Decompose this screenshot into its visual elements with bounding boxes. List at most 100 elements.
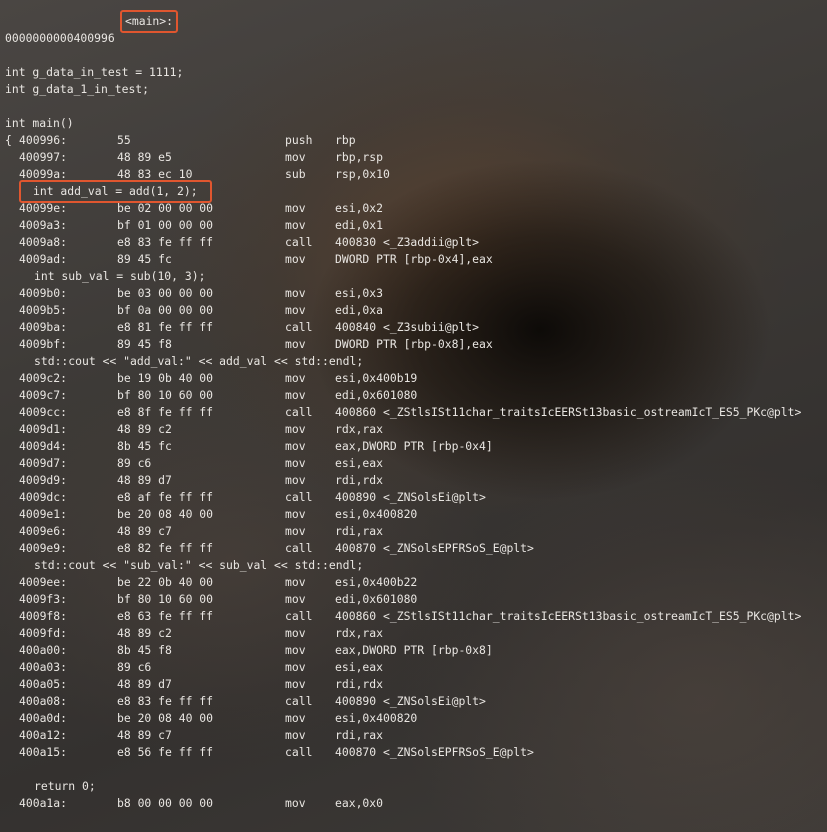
source-text: int g_data_1_in_test; — [5, 82, 150, 96]
source-text: return 0; — [34, 779, 96, 793]
instruction-mnemonic: mov — [285, 796, 306, 810]
instruction-mnemonic: call — [285, 235, 313, 249]
source-text: int g_data_in_test = 1111; — [5, 65, 184, 79]
instruction-operands: 400860 <_ZStlsISt11char_traitsIcEERSt13b… — [335, 405, 802, 419]
instruction-address: 400a1a: — [19, 796, 68, 810]
instruction-address: 4009bf: — [19, 337, 68, 351]
instruction-operands: edi,0xa — [335, 303, 384, 317]
instruction-mnemonic: mov — [285, 388, 306, 402]
instruction-bytes: bf 01 00 00 00 — [117, 218, 214, 232]
instruction-address: 400996: — [19, 133, 68, 147]
instruction-address: 40099e: — [19, 201, 68, 215]
instruction-bytes: 48 89 c2 — [117, 626, 172, 640]
instruction-mnemonic: mov — [285, 473, 306, 487]
instruction-operands: 400830 <_Z3addii@plt> — [335, 235, 480, 249]
disassembly-view: 0000000000400996 <main>: int g_data_in_t… — [0, 0, 827, 832]
source-line-decl: int g_data_in_test = 1111; — [0, 47, 183, 79]
instruction-operands: esi,0x3 — [335, 286, 384, 300]
source-text: std::cout << "sub_val:" << sub_val << st… — [34, 558, 364, 572]
instruction-operands: rdi,rax — [335, 524, 384, 538]
instruction-mnemonic: mov — [285, 507, 306, 521]
instruction-mnemonic: push — [285, 133, 313, 147]
instruction-address: 4009fd: — [19, 626, 68, 640]
instruction-bytes: 48 89 d7 — [117, 473, 172, 487]
instruction-operands: eax,DWORD PTR [rbp-0x4] — [335, 439, 493, 453]
instruction-address: 4009b5: — [19, 303, 68, 317]
instruction-address: 4009f8: — [19, 609, 68, 623]
instruction-address: 4009ee: — [19, 575, 68, 589]
instruction-address: 4009c2: — [19, 371, 68, 385]
instruction-operands: 400840 <_Z3subii@plt> — [335, 320, 480, 334]
function-address: 0000000000400996 — [5, 31, 115, 45]
instruction-mnemonic: mov — [285, 524, 306, 538]
instruction-mnemonic: mov — [285, 711, 306, 725]
instruction-bytes: e8 83 fe ff ff — [117, 235, 214, 249]
close-brace: } — [0, 812, 27, 832]
instruction-mnemonic: call — [285, 609, 313, 623]
instruction-operands: 400870 <_ZNSolsEPFRSoS_E@plt> — [335, 745, 534, 759]
instruction-mnemonic: mov — [285, 422, 306, 436]
instruction-mnemonic: mov — [285, 592, 306, 606]
instruction-operands: rbp,rsp — [335, 150, 384, 164]
function-symbol-highlight: <main>: — [120, 10, 179, 33]
instruction-bytes: 48 89 c2 — [117, 422, 172, 436]
instruction-operands: 400870 <_ZNSolsEPFRSoS_E@plt> — [335, 541, 534, 555]
instruction-operands: DWORD PTR [rbp-0x4],eax — [335, 252, 493, 266]
instruction-address: 4009d4: — [19, 439, 68, 453]
instruction-mnemonic: sub — [285, 167, 306, 181]
instruction-mnemonic: call — [285, 405, 313, 419]
instruction-operands: 400860 <_ZStlsISt11char_traitsIcEERSt13b… — [335, 609, 802, 623]
instruction-bytes: e8 af fe ff ff — [117, 490, 214, 504]
instruction-bytes: 89 c6 — [117, 660, 152, 674]
instruction-bytes: 8b 45 fc — [117, 439, 172, 453]
instruction-operands: rdi,rdx — [335, 473, 384, 487]
instruction-address: 4009b0: — [19, 286, 68, 300]
source-text: int sub_val = sub(10, 3); — [34, 269, 206, 283]
instruction-operands: DWORD PTR [rbp-0x8],eax — [335, 337, 493, 351]
instruction-address: 4009e1: — [19, 507, 68, 521]
instruction-bytes: 89 45 fc — [117, 252, 172, 266]
instruction-bytes: 89 c6 — [117, 456, 152, 470]
instruction-operands: edi,0x601080 — [335, 388, 418, 402]
instruction-mnemonic: mov — [285, 456, 306, 470]
instruction-mnemonic: mov — [285, 286, 306, 300]
instruction-mnemonic: mov — [285, 728, 306, 742]
instruction-address: 4009ad: — [19, 252, 68, 266]
instruction-operands: eax,0x0 — [335, 796, 384, 810]
instruction-bytes: bf 80 10 60 00 — [117, 388, 214, 402]
instruction-bytes: 89 45 f8 — [117, 337, 172, 351]
instruction-mnemonic: call — [285, 490, 313, 504]
instruction-bytes: bf 0a 00 00 00 — [117, 303, 214, 317]
instruction-mnemonic: mov — [285, 660, 306, 674]
instruction-bytes: bf 80 10 60 00 — [117, 592, 214, 606]
instruction-bytes: be 19 0b 40 00 — [117, 371, 214, 385]
source-text: { — [5, 133, 12, 147]
instruction-address: 4009e9: — [19, 541, 68, 555]
instruction-bytes: 55 — [117, 133, 131, 147]
instruction-address: 4009d9: — [19, 473, 68, 487]
instruction-operands: rsp,0x10 — [335, 167, 390, 181]
instruction-mnemonic: mov — [285, 337, 306, 351]
instruction-address: 4009cc: — [19, 405, 68, 419]
instruction-address: 400a08: — [19, 694, 68, 708]
instruction-bytes: b8 00 00 00 00 — [117, 796, 214, 810]
instruction-mnemonic: mov — [285, 575, 306, 589]
instruction-operands: rdi,rdx — [335, 677, 384, 691]
instruction-mnemonic: mov — [285, 371, 306, 385]
instruction-operands: esi,eax — [335, 456, 384, 470]
instruction-mnemonic: mov — [285, 439, 306, 453]
instruction-bytes: be 22 0b 40 00 — [117, 575, 214, 589]
open-brace: { — [0, 115, 27, 147]
instruction-mnemonic: mov — [285, 252, 306, 266]
instruction-bytes: e8 63 fe ff ff — [117, 609, 214, 623]
instruction-address: 400a15: — [19, 745, 68, 759]
instruction-address: 4009f3: — [19, 592, 68, 606]
instruction-operands: esi,0x400820 — [335, 711, 418, 725]
instruction-operands: 400890 <_ZNSolsEi@plt> — [335, 694, 486, 708]
instruction-mnemonic: mov — [285, 218, 306, 232]
instruction-address: 400a12: — [19, 728, 68, 742]
instruction-mnemonic: call — [285, 745, 313, 759]
instruction-operands: edi,0x601080 — [335, 592, 418, 606]
instruction-address: 4009a3: — [19, 218, 68, 232]
instruction-mnemonic: mov — [285, 626, 306, 640]
